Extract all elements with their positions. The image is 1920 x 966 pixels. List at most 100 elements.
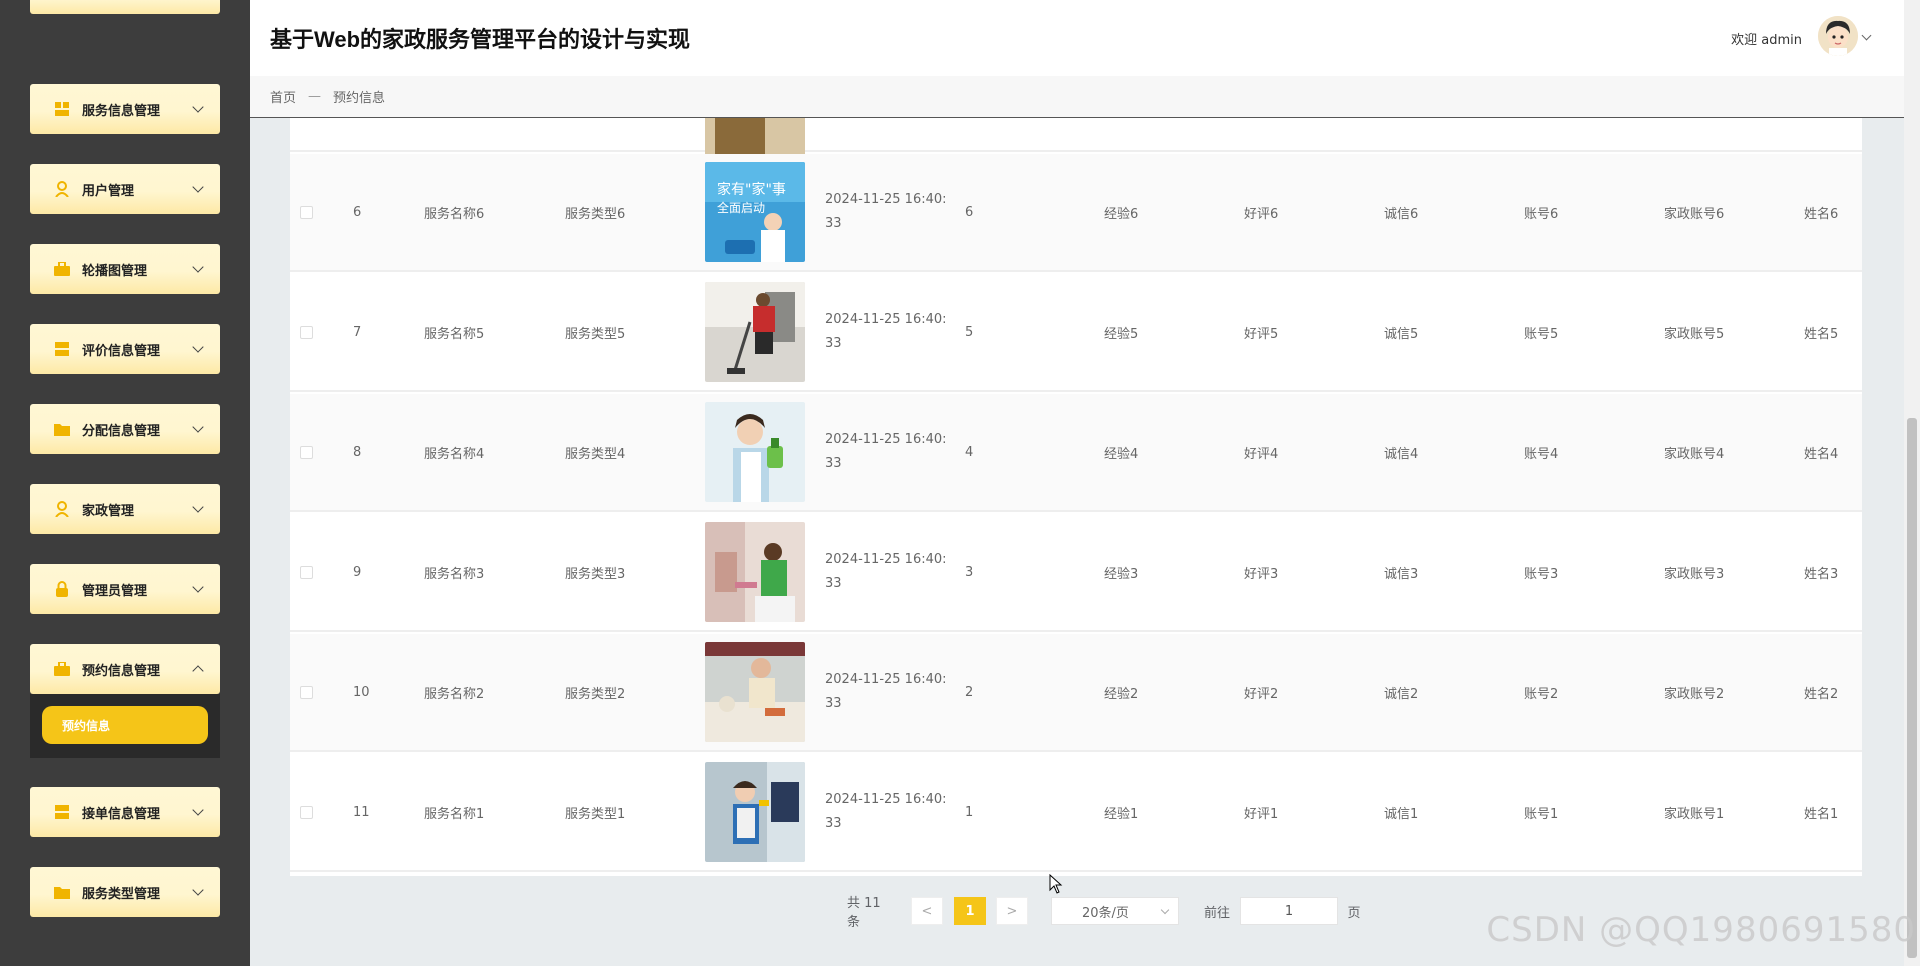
cell-type: 服务类型2 [565, 686, 626, 702]
cell-hk-name: 姓名4 [1804, 446, 1839, 462]
reservation-date: 2024-11-25 16:40: 33 [825, 668, 947, 716]
chevron-down-icon[interactable] [1861, 30, 1872, 41]
cell-count: 3 [965, 564, 974, 580]
sidebar-item-housekeeping[interactable]: 家政管理 [30, 484, 220, 534]
cell-credit: 诚信6 [1384, 206, 1419, 222]
cell-exp: 经验5 [1104, 326, 1139, 342]
table-row[interactable]: 8 服务名称4 服务类型4 2024-11-25 16:40: 33 4 经验4 好评4 诚信4… [290, 394, 1862, 512]
chevron-down-icon [192, 581, 204, 593]
cell-account: 账号5 [1524, 326, 1559, 342]
date-line: 2024-11-25 16:40: [825, 672, 947, 687]
cell-rating: 好评6 [1244, 206, 1279, 222]
chevron-down-icon [192, 341, 204, 353]
service-image[interactable] [705, 762, 805, 862]
lock-icon [54, 581, 70, 597]
row-checkbox[interactable] [300, 445, 313, 459]
row-checkbox[interactable] [300, 805, 313, 819]
chevron-down-icon [192, 181, 204, 193]
table-row[interactable]: 6 服务名称6 服务类型6 2024-11-25 16:40: 33 6 经验6 好评6 诚信6… [290, 154, 1862, 272]
goto-page-input[interactable]: 1 [1240, 897, 1338, 925]
welcome-text: 欢迎 admin [1731, 33, 1802, 48]
row-checkbox-cell [300, 634, 313, 750]
service-image[interactable] [705, 642, 805, 742]
sidebar-item-label: 分配信息管理 [82, 423, 161, 439]
sidebar-item-label: 服务信息管理 [82, 103, 161, 119]
sidebar-item-orders[interactable]: 接单信息管理 [30, 787, 220, 837]
row-checkbox[interactable] [300, 685, 313, 699]
list-icon [54, 341, 70, 357]
cell-name: 服务名称2 [424, 686, 485, 702]
cell-name: 服务名称5 [424, 326, 485, 342]
goto-label: 前往 [1203, 905, 1230, 921]
avatar[interactable] [1818, 16, 1858, 56]
chevron-down-icon [192, 501, 204, 513]
service-image[interactable] [705, 402, 805, 502]
app-title: 基于Web的家政服务管理平台的设计与实现 [270, 27, 691, 52]
next-page-button[interactable]: > [996, 897, 1028, 925]
breadcrumb-home[interactable]: 首页 [270, 87, 296, 106]
cell-credit: 诚信1 [1384, 806, 1419, 822]
page-suffix: 页 [1347, 905, 1361, 921]
sidebar-subitem-reservation-info[interactable]: 预约信息 [42, 706, 208, 744]
user-icon [54, 501, 70, 517]
cell-count: 2 [965, 684, 974, 700]
row-checkbox[interactable] [300, 565, 313, 579]
service-image[interactable] [705, 282, 805, 382]
prev-page-button[interactable]: < [911, 897, 943, 925]
row-checkbox-cell [300, 394, 313, 510]
service-image[interactable]: 家有"家"事 全面启动 [705, 162, 805, 262]
sidebar-item-admins[interactable]: 管理员管理 [30, 564, 220, 614]
cell-index: 6 [353, 204, 362, 220]
time-line: 33 [825, 336, 842, 351]
page-size-value: 20条/页 [1082, 905, 1129, 921]
submenu-reservations: 预约信息 [30, 694, 220, 758]
sidebar-item-label: 接单信息管理 [82, 806, 161, 822]
cell-name: 服务名称1 [424, 806, 485, 822]
service-image[interactable] [705, 522, 805, 622]
sidebar-item-label: 家政管理 [82, 503, 135, 519]
cell-hk-name: 姓名2 [1804, 686, 1839, 702]
table-row[interactable]: 10 服务名称2 服务类型2 2024-11-25 16:40: 33 2 经验2 好评2 诚信… [290, 634, 1862, 752]
cell-name: 服务名称4 [424, 446, 485, 462]
scrollbar-thumb[interactable] [1907, 418, 1917, 958]
cell-count: 4 [965, 444, 974, 460]
sidebar-item-reservations[interactable]: 预约信息管理 [30, 644, 220, 694]
time-line: 33 [825, 816, 842, 831]
row-checkbox-cell [300, 754, 313, 870]
cell-index: 8 [353, 444, 362, 460]
cell-index: 7 [353, 324, 362, 340]
cell-index: 10 [353, 684, 370, 700]
cell-type: 服务类型5 [565, 326, 626, 342]
table-row[interactable]: 7 服务名称5 服务类型5 2024-11-25 16:40: 33 5 经验5 好评5 诚信5… [290, 274, 1862, 392]
table-row[interactable]: 11 服务名称1 服务类型1 2024-11-25 16:40: 33 1 经验1 好评1 诚信… [290, 754, 1862, 872]
cell-name: 服务名称6 [424, 206, 485, 222]
page-size-select[interactable]: 20条/页 [1051, 897, 1179, 925]
vertical-scrollbar[interactable] [1904, 0, 1920, 966]
row-checkbox[interactable] [300, 205, 313, 219]
date-line: 2024-11-25 16:40: [825, 192, 947, 207]
cell-exp: 经验2 [1104, 686, 1139, 702]
chevron-down-icon [192, 884, 204, 896]
watermark: CSDN @QQ1980691580 [1486, 910, 1916, 950]
table-row[interactable]: 9 服务名称3 服务类型3 2024-11-25 16:40: 33 3 经验3 好评3 诚信3… [290, 514, 1862, 632]
row-checkbox[interactable] [300, 325, 313, 339]
sidebar-item-carousel[interactable]: 轮播图管理 [30, 244, 220, 294]
cell-account: 账号6 [1524, 206, 1559, 222]
cell-rating: 好评2 [1244, 686, 1279, 702]
sidebar-item-allocation[interactable]: 分配信息管理 [30, 404, 220, 454]
chevron-down-icon [192, 101, 204, 113]
cell-credit: 诚信5 [1384, 326, 1419, 342]
cell-exp: 经验4 [1104, 446, 1139, 462]
sidebar: 服务信息管理 用户管理 轮播图管理 评价信息管理 分配信息管理 家政管理 管理员… [0, 0, 250, 966]
data-table: 6 服务名称6 服务类型6 2024-11-25 16:40: 33 6 经验6 好评6 诚信6… [290, 118, 1862, 876]
sidebar-item-users[interactable]: 用户管理 [30, 164, 220, 214]
page-1-button[interactable]: 1 [954, 897, 986, 925]
sidebar-item-label: 预约信息管理 [82, 663, 161, 679]
cell-rating: 好评5 [1244, 326, 1279, 342]
sidebar-item-reviews[interactable]: 评价信息管理 [30, 324, 220, 374]
sidebar-item-partial[interactable] [30, 0, 220, 14]
thumbnail-partial [705, 118, 805, 156]
row-checkbox-cell [300, 154, 313, 270]
sidebar-item-service-info[interactable]: 服务信息管理 [30, 84, 220, 134]
grid-icon [54, 101, 70, 117]
